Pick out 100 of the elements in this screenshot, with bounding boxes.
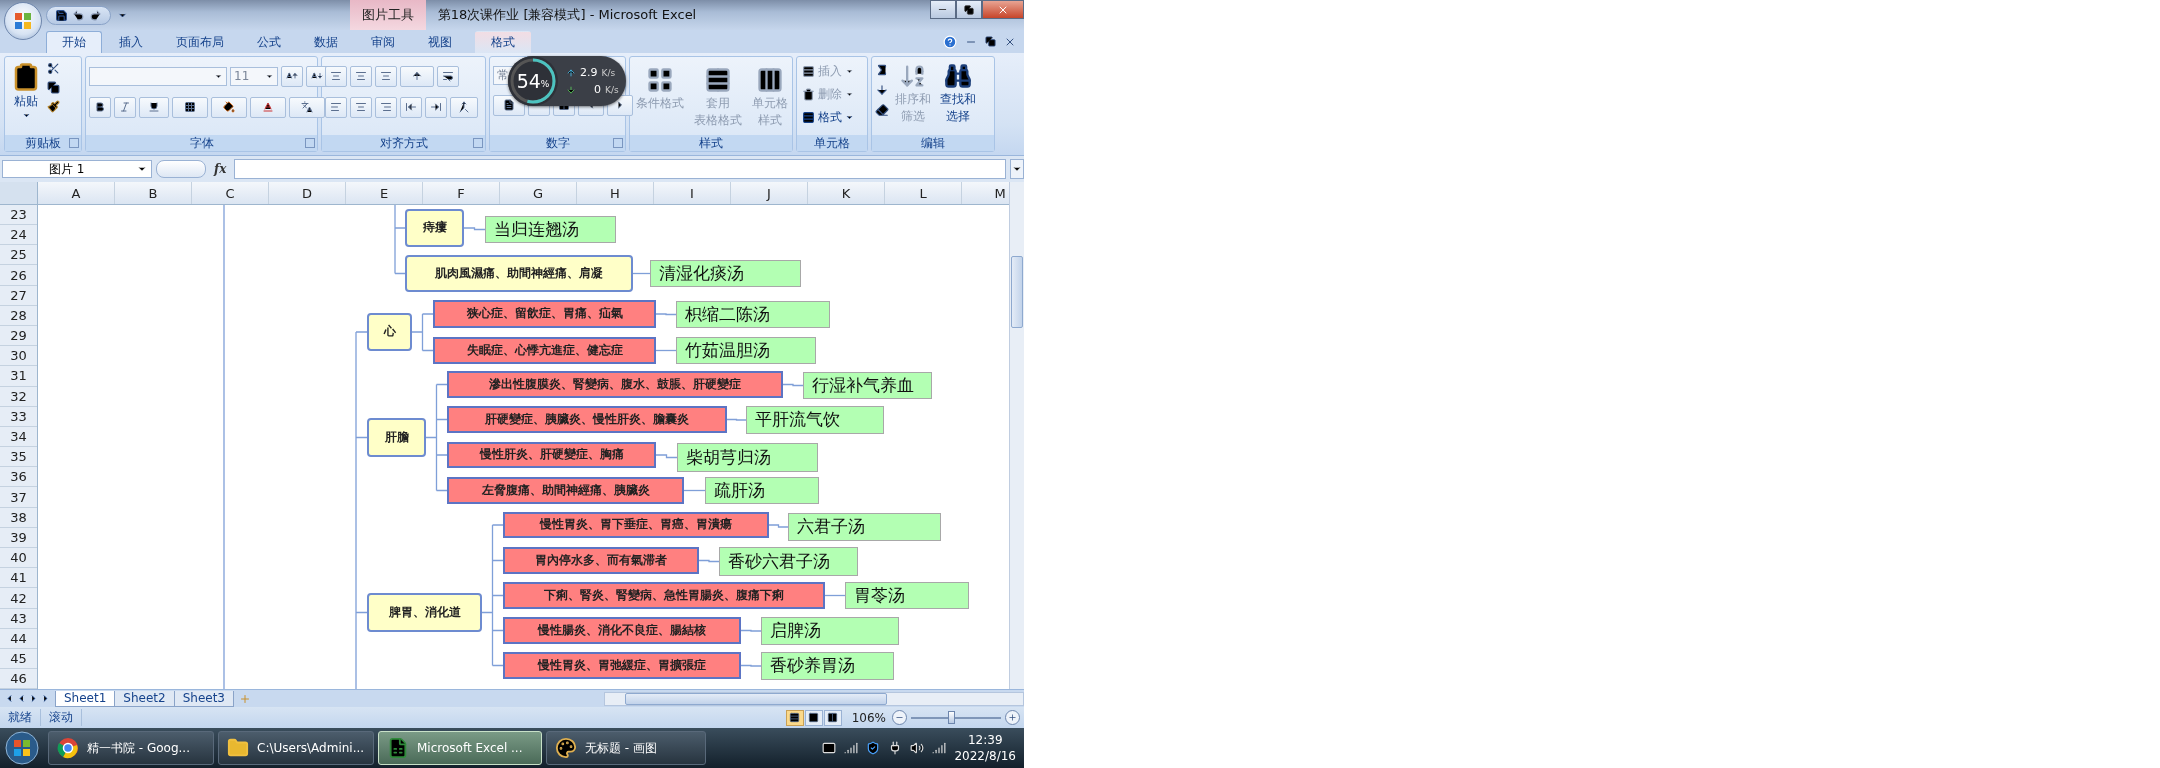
bold-button[interactable] <box>89 96 111 118</box>
find-select-button[interactable]: 查找和 选择 <box>937 59 979 126</box>
name-box[interactable]: 图片 1 <box>2 160 152 179</box>
restore-button[interactable] <box>956 0 982 19</box>
volume-icon[interactable] <box>910 741 925 756</box>
row-header[interactable]: 38 <box>0 507 37 528</box>
ribbon-tab[interactable]: 数据 <box>298 30 354 53</box>
row-header[interactable]: 41 <box>0 568 37 589</box>
ribbon-tab[interactable]: 公式 <box>241 30 297 53</box>
ribbon-tab[interactable]: 开始 <box>46 30 102 53</box>
row-header[interactable]: 42 <box>0 588 37 609</box>
align-center-button[interactable] <box>350 96 372 118</box>
horizontal-scrollbar[interactable] <box>604 691 1024 706</box>
ribbon-tab[interactable]: 页面布局 <box>160 30 240 53</box>
redo-icon[interactable] <box>89 8 102 22</box>
row-header[interactable]: 36 <box>0 467 37 488</box>
increase-indent-button[interactable] <box>425 96 447 118</box>
align-bottom-button[interactable] <box>375 65 397 87</box>
formula-input[interactable] <box>234 159 1006 180</box>
phonetic-button[interactable] <box>289 96 325 118</box>
sum-icon[interactable] <box>875 62 889 77</box>
shield-icon[interactable] <box>866 741 881 756</box>
help-icon[interactable] <box>943 34 957 49</box>
sheet-tab[interactable]: Sheet2 <box>114 690 175 707</box>
align-middle-button[interactable] <box>350 65 372 87</box>
align-left-button[interactable] <box>325 96 347 118</box>
restore-icon[interactable] <box>985 36 996 48</box>
row-header[interactable]: 30 <box>0 346 37 367</box>
row-header[interactable]: 31 <box>0 366 37 387</box>
taskbar-button[interactable]: 无标题 - 画图 <box>546 731 706 766</box>
paste-button[interactable]: 粘贴 <box>8 59 44 122</box>
cut-icon[interactable] <box>47 61 60 75</box>
column-header[interactable]: I <box>654 182 731 204</box>
expand-button[interactable] <box>1010 159 1024 180</box>
row-header[interactable]: 44 <box>0 628 37 649</box>
column-header[interactable]: C <box>192 182 269 204</box>
column-header[interactable]: K <box>808 182 885 204</box>
view-button[interactable] <box>804 709 823 726</box>
cells-button[interactable]: 格式 <box>800 107 856 127</box>
zoom-out-button[interactable] <box>892 710 907 726</box>
minimize-button[interactable] <box>930 0 956 19</box>
view-button[interactable] <box>785 709 804 726</box>
wrap-text-button[interactable] <box>437 65 459 87</box>
column-header[interactable]: E <box>346 182 423 204</box>
column-header[interactable]: G <box>500 182 577 204</box>
vertical-scrollbar[interactable] <box>1009 182 1024 690</box>
column-header[interactable]: A <box>38 182 115 204</box>
align-right-button[interactable] <box>375 96 397 118</box>
merge-button[interactable] <box>450 96 478 118</box>
row-header[interactable]: 45 <box>0 648 37 670</box>
slider-thumb[interactable] <box>947 711 955 725</box>
keyboard-icon[interactable] <box>822 741 837 756</box>
row-header[interactable]: 34 <box>0 426 37 448</box>
undo-icon[interactable] <box>72 8 85 22</box>
fill-color-button[interactable] <box>211 96 247 118</box>
copy-icon[interactable] <box>47 80 60 94</box>
zoom-in-button[interactable] <box>1005 710 1020 726</box>
taskbar-button[interactable]: C:\Users\Admini... <box>218 731 374 766</box>
ribbon-tab[interactable]: 格式 <box>475 30 531 53</box>
row-header[interactable]: 43 <box>0 608 37 629</box>
taskbar-button[interactable]: 精一书院 - Goog... <box>48 731 214 766</box>
column-header[interactable]: F <box>423 182 500 204</box>
view-button[interactable] <box>823 709 842 726</box>
ribbon-tab[interactable]: 插入 <box>103 30 159 53</box>
eraser-icon[interactable] <box>875 102 889 117</box>
column-header[interactable]: J <box>731 182 808 204</box>
office-button[interactable] <box>4 2 42 40</box>
row-header[interactable]: 24 <box>0 225 37 246</box>
save-icon[interactable] <box>55 8 68 22</box>
border-button[interactable] <box>172 96 208 118</box>
column-header[interactable]: B <box>115 182 192 204</box>
row-header[interactable]: 35 <box>0 447 37 468</box>
row-header[interactable]: 23 <box>0 204 37 226</box>
sheet-tab[interactable]: Sheet1 <box>55 690 116 707</box>
align-top-button[interactable] <box>325 65 347 87</box>
row-header[interactable]: 25 <box>0 245 37 266</box>
ribbon-tab[interactable]: 审阅 <box>355 30 411 53</box>
row-header[interactable]: 29 <box>0 325 37 347</box>
row-header[interactable]: 37 <box>0 487 37 508</box>
underline-button[interactable] <box>139 96 169 118</box>
column-header[interactable]: L <box>885 182 962 204</box>
insert-function-button[interactable]: fx <box>210 162 231 177</box>
row-header[interactable]: 33 <box>0 406 37 427</box>
row-header[interactable]: 26 <box>0 265 37 286</box>
row-header[interactable]: 32 <box>0 386 37 407</box>
decrease-indent-button[interactable] <box>400 96 422 118</box>
signal-icon[interactable] <box>932 741 947 756</box>
row-header[interactable]: 27 <box>0 285 37 306</box>
taskbar-button[interactable]: Microsoft Excel ... <box>378 731 542 766</box>
ribbon-tab[interactable]: 视图 <box>412 30 468 53</box>
expand-handle[interactable] <box>156 160 206 179</box>
grow-font-button[interactable] <box>281 65 303 87</box>
column-header[interactable]: H <box>577 182 654 204</box>
sheet-tab[interactable]: Sheet3 <box>173 690 234 707</box>
column-header[interactable]: D <box>269 182 346 204</box>
format-painter-icon[interactable] <box>47 99 60 113</box>
network-icon[interactable] <box>844 741 859 756</box>
row-header[interactable]: 40 <box>0 548 37 569</box>
font-name-field[interactable] <box>89 66 227 86</box>
row-header[interactable]: 39 <box>0 527 37 549</box>
